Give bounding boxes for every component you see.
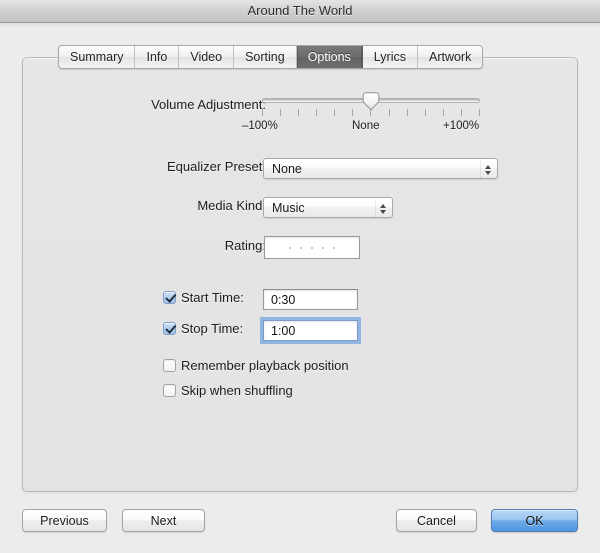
- stop-time-row: Stop Time:: [163, 321, 243, 336]
- skip-when-shuffling-checkbox[interactable]: [163, 384, 176, 397]
- previous-button[interactable]: Previous: [22, 509, 107, 532]
- volume-adjustment-row: Volume Adjustment:: [1, 97, 291, 112]
- window-titlebar[interactable]: Around The World: [0, 0, 600, 23]
- equalizer-preset-value: None: [272, 161, 302, 176]
- start-time-input[interactable]: 0:30: [263, 289, 358, 310]
- equalizer-preset-label: Equalizer Preset:: [167, 159, 266, 174]
- rating-stars-field[interactable]: [264, 236, 360, 259]
- tab-info[interactable]: Info: [135, 46, 180, 68]
- start-time-row: Start Time:: [163, 290, 244, 305]
- rating-star-slot[interactable]: [311, 246, 313, 249]
- start-time-checkbox[interactable]: [163, 291, 176, 304]
- ok-button[interactable]: OK: [491, 509, 578, 532]
- skip-when-shuffling-row[interactable]: Skip when shuffling: [163, 383, 293, 398]
- slider-scale-labels: –100% None +100%: [240, 120, 502, 134]
- media-kind-value: Music: [272, 200, 305, 215]
- titlebar-shadow: [0, 23, 600, 28]
- rating-star-slot[interactable]: [333, 246, 335, 249]
- equalizer-preset-row: Equalizer Preset:: [1, 159, 275, 174]
- tab-video[interactable]: Video: [179, 46, 235, 68]
- stop-time-label: Stop Time:: [181, 321, 244, 336]
- volume-adjustment-slider[interactable]: [262, 92, 480, 116]
- equalizer-preset-select[interactable]: None: [263, 158, 498, 179]
- next-button[interactable]: Next: [122, 509, 205, 532]
- tab-sorting[interactable]: Sorting: [234, 46, 297, 68]
- start-time-label: Start Time:: [181, 290, 244, 305]
- media-kind-select[interactable]: Music: [263, 197, 393, 218]
- cancel-button[interactable]: Cancel: [396, 509, 477, 532]
- rating-star-slot[interactable]: [289, 246, 291, 249]
- slider-center-label: None: [352, 120, 380, 132]
- window-title: Around The World: [247, 3, 353, 18]
- tab-lyrics[interactable]: Lyrics: [363, 46, 418, 68]
- rating-star-slot[interactable]: [300, 246, 302, 249]
- rating-star-slot[interactable]: [322, 246, 324, 249]
- slider-thumb[interactable]: [362, 92, 380, 111]
- slider-min-label: –100%: [242, 120, 278, 132]
- rating-row: Rating:: [1, 238, 275, 253]
- stop-time-checkbox[interactable]: [163, 322, 176, 335]
- slider-max-label: +100%: [443, 120, 480, 132]
- remember-playback-position-row[interactable]: Remember playback position: [163, 358, 349, 373]
- equalizer-preset-separator: [480, 160, 481, 179]
- rating-label: Rating:: [224, 238, 266, 253]
- remember-playback-position-checkbox[interactable]: [163, 359, 176, 372]
- chevron-updown-icon: [482, 159, 493, 180]
- skip-when-shuffling-label: Skip when shuffling: [181, 383, 293, 398]
- track-options-dialog: Around The World Summary Info Video Sort…: [0, 0, 600, 553]
- tab-options[interactable]: Options: [296, 46, 363, 68]
- media-kind-row: Media Kind:: [1, 198, 275, 213]
- tab-bar: Summary Info Video Sorting Options Lyric…: [58, 45, 484, 69]
- volume-adjustment-label: Volume Adjustment:: [151, 97, 266, 112]
- remember-playback-position-label: Remember playback position: [181, 358, 349, 373]
- tab-artwork[interactable]: Artwork: [418, 46, 482, 68]
- media-kind-label: Media Kind:: [197, 198, 266, 213]
- media-kind-separator: [375, 199, 376, 218]
- tab-summary[interactable]: Summary: [59, 46, 136, 68]
- chevron-updown-icon: [377, 198, 388, 219]
- stop-time-input[interactable]: 1:00: [260, 317, 361, 344]
